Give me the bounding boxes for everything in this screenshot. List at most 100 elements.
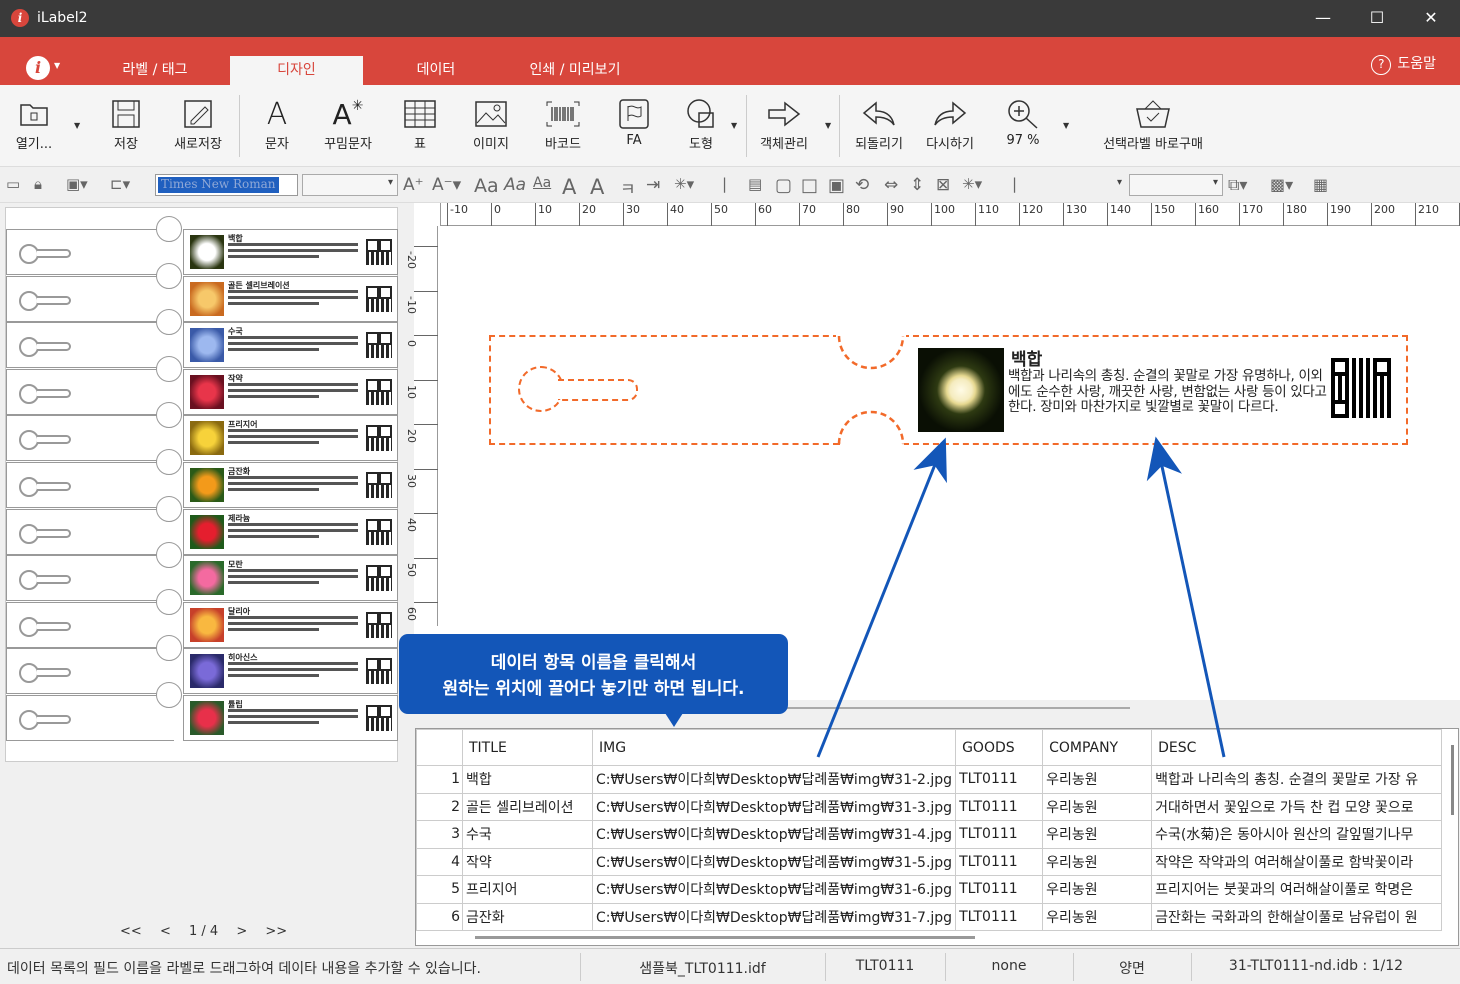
column-header-company[interactable]: COMPANY xyxy=(1042,729,1153,766)
fancy-text-button[interactable]: A ✳ 꾸밈문자 xyxy=(318,97,378,153)
chevron-down-icon[interactable]: ▼ xyxy=(825,121,831,130)
tab-data[interactable]: 데이터 xyxy=(376,56,496,85)
table-row[interactable]: 3 수국 C:₩Users₩이다희₩Desktop₩답례품₩img₩31-4.jpg… xyxy=(416,820,1443,849)
lock-icon[interactable]: 🔒︎ xyxy=(34,175,42,193)
save-button[interactable]: 저장 xyxy=(104,97,148,152)
table-cell[interactable]: C:₩Users₩이다희₩Desktop₩답례품₩img₩31-4.jpg xyxy=(591,820,957,849)
group-icon[interactable]: ▩▾ xyxy=(1270,175,1293,194)
transparency-icon[interactable]: ▦ xyxy=(1313,175,1328,194)
align-icon[interactable]: ⊏▾ xyxy=(110,175,130,193)
table-row[interactable]: 1 백합 C:₩Users₩이다희₩Desktop₩답례품₩img₩31-2.jpg… xyxy=(416,765,1443,794)
line-style-select[interactable] xyxy=(1031,174,1127,196)
label-title-field[interactable]: 백합 xyxy=(1011,345,1042,370)
table-cell[interactable]: 프리지어는 붓꽃과의 여러해살이풀로 학명은 xyxy=(1151,875,1443,904)
table-cell[interactable]: 작약 xyxy=(462,847,593,876)
table-cell[interactable]: C:₩Users₩이다희₩Desktop₩답례품₩img₩31-3.jpg xyxy=(591,792,957,821)
arrange-icon[interactable]: ⧉▾ xyxy=(1228,175,1247,195)
vertical-text-icon[interactable]: ㅋ xyxy=(620,175,636,200)
tab-label-tag[interactable]: 라벨 / 태그 xyxy=(95,56,215,85)
font-size-select[interactable] xyxy=(302,174,398,196)
zoom-button[interactable]: 97 % xyxy=(1000,97,1046,148)
table-cell[interactable]: 백합 xyxy=(462,765,593,794)
distribute-icon[interactable]: ⊠ xyxy=(936,175,950,195)
table-row[interactable]: 6 금잔화 C:₩Users₩이다희₩Desktop₩답례품₩img₩31-7.jp… xyxy=(416,902,1443,931)
column-header-goods[interactable]: GOODS xyxy=(955,729,1044,766)
prev-page-button[interactable]: < xyxy=(160,924,171,939)
close-button[interactable]: ✕ xyxy=(1411,6,1451,30)
outline-text-icon[interactable]: A xyxy=(562,175,576,199)
minimize-button[interactable]: — xyxy=(1303,6,1343,30)
table-cell[interactable]: 수국 xyxy=(462,820,593,849)
table-cell[interactable]: C:₩Users₩이다희₩Desktop₩답례품₩img₩31-2.jpg xyxy=(591,765,957,794)
effect-icon[interactable]: ✳▾ xyxy=(674,175,694,193)
column-header-desc[interactable]: DESC xyxy=(1151,729,1443,766)
page-setup-icon[interactable]: ▣▾ xyxy=(66,175,88,193)
chevron-down-icon[interactable]: ▼ xyxy=(74,121,80,130)
undo-button[interactable]: 되돌리기 xyxy=(849,97,909,152)
table-cell[interactable]: 금잔화 xyxy=(462,902,593,931)
thumbnail-label[interactable]: 달리아 xyxy=(6,588,399,648)
table-cell[interactable]: 백합과 나리속의 총칭. 순결의 꽃말로 가장 유 xyxy=(1151,765,1443,794)
rect-icon[interactable]: □ xyxy=(801,175,818,196)
font-style-icon[interactable]: Aa xyxy=(474,175,499,197)
thumbnail-label[interactable]: 금잔화 xyxy=(6,449,399,508)
table-row[interactable]: 2 골든 셀리브레이션 C:₩Users₩이다희₩Desktop₩답례품₩img₩3… xyxy=(416,792,1443,821)
table-cell[interactable]: TLT0111 xyxy=(955,765,1044,794)
thumbnail-label[interactable]: 모란 xyxy=(6,542,399,602)
table-cell[interactable]: 골든 셀리브레이션 xyxy=(462,792,593,821)
table-cell[interactable]: TLT0111 xyxy=(955,792,1044,821)
rotate-icon[interactable]: ⟲ xyxy=(855,175,869,195)
font-grow-icon[interactable]: A⁺ xyxy=(403,175,424,195)
column-header-title[interactable]: TITLE xyxy=(462,729,593,766)
text-direction-icon[interactable]: ⇥ xyxy=(646,175,660,195)
help-button[interactable]: ? 도움말 xyxy=(1371,53,1436,75)
table-cell[interactable]: C:₩Users₩이다희₩Desktop₩답례품₩img₩31-6.jpg xyxy=(591,875,957,904)
fa-button[interactable]: FA xyxy=(614,97,654,148)
italic-icon[interactable]: Aa xyxy=(504,175,526,195)
flip-v-icon[interactable]: ⇕ xyxy=(910,175,924,195)
table-cell[interactable]: TLT0111 xyxy=(955,902,1044,931)
table-cell[interactable]: C:₩Users₩이다희₩Desktop₩답례품₩img₩31-5.jpg xyxy=(591,847,957,876)
fit-icon[interactable]: ▣ xyxy=(828,175,845,196)
table-cell[interactable]: 우리농원 xyxy=(1042,847,1153,876)
table-cell[interactable]: 금잔화는 국화과의 한해살이풀로 남유럽이 원 xyxy=(1151,902,1443,931)
table-cell[interactable]: C:₩Users₩이다희₩Desktop₩답례품₩img₩31-7.jpg xyxy=(591,902,957,931)
thumbnail-label[interactable]: 히아신스 xyxy=(6,635,399,695)
magic-icon[interactable]: ✳▾ xyxy=(962,175,982,193)
image-button[interactable]: 이미지 xyxy=(468,97,514,152)
next-page-button[interactable]: > xyxy=(236,924,247,939)
table-cell[interactable]: 수국(水菊)은 동아시아 원산의 갈잎떨기나무 xyxy=(1151,820,1443,849)
maximize-button[interactable]: ☐ xyxy=(1357,6,1397,30)
thumbnail-label[interactable]: 튤립 xyxy=(6,682,399,741)
label-thumbnail-list[interactable]: 백합 골든 셀리브레이션 수국 작약 프리지어 금잔화 제라늄 모란 달리아 히아신스 튤립 xyxy=(5,207,398,762)
chevron-down-icon[interactable]: ▼ xyxy=(1063,121,1069,130)
tab-design[interactable]: 디자인 xyxy=(230,56,363,85)
table-cell[interactable]: 거대하면서 꽃잎으로 가득 찬 컵 모양 꽃으로 xyxy=(1151,792,1443,821)
horizontal-scrollbar[interactable] xyxy=(475,936,975,939)
open-button[interactable]: 열기... xyxy=(12,97,56,152)
table-cell[interactable]: 우리농원 xyxy=(1042,792,1153,821)
text-button[interactable]: A 문자 xyxy=(255,97,299,153)
table-cell[interactable]: 우리농원 xyxy=(1042,820,1153,849)
vertical-scrollbar[interactable] xyxy=(1451,745,1454,815)
canvas-scrollbar[interactable] xyxy=(780,707,1130,709)
redo-button[interactable]: 다시하기 xyxy=(920,97,980,152)
last-page-button[interactable]: >> xyxy=(265,924,287,939)
chevron-down-icon[interactable]: ▼ xyxy=(54,61,60,70)
label-qr-code[interactable] xyxy=(1331,358,1391,418)
thumbnail-label[interactable]: 백합 xyxy=(6,216,399,275)
buy-label-button[interactable]: 선택라벨 바로구매 xyxy=(1090,97,1216,152)
thumbnail-label[interactable]: 프리지어 xyxy=(6,402,399,462)
table-cell[interactable]: 우리농원 xyxy=(1042,902,1153,931)
table-button[interactable]: 표 xyxy=(400,97,440,152)
line-width-select[interactable] xyxy=(1129,174,1223,196)
thumbnail-label[interactable]: 작약 xyxy=(6,355,399,415)
table-cell[interactable]: TLT0111 xyxy=(955,847,1044,876)
thumbnail-label[interactable]: 골든 셀리브레이션 xyxy=(6,262,399,322)
object-manage-button[interactable]: 객체관리 xyxy=(754,97,814,152)
table-cell[interactable]: 우리농원 xyxy=(1042,875,1153,904)
thumbnail-label[interactable]: 수국 xyxy=(6,309,399,369)
table-cell[interactable]: 우리농원 xyxy=(1042,765,1153,794)
table-cell[interactable]: 프리지어 xyxy=(462,875,593,904)
barcode-button[interactable]: 바코드 xyxy=(540,97,586,152)
